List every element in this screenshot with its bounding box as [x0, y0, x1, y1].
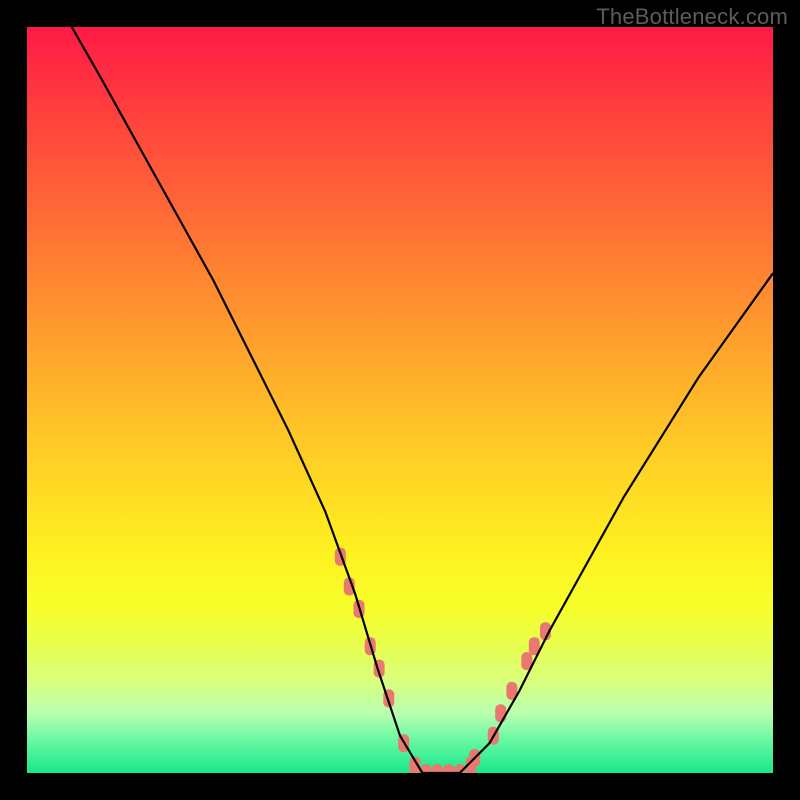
- watermark-text: TheBottleneck.com: [596, 4, 788, 30]
- curve-marker: [443, 764, 454, 773]
- curve-marker: [495, 704, 506, 722]
- chart-plot-area: [27, 27, 773, 773]
- bottleneck-curve-svg: [27, 27, 773, 773]
- bottleneck-curve-path: [72, 27, 773, 773]
- curve-marker: [432, 764, 443, 773]
- curve-markers: [335, 548, 551, 773]
